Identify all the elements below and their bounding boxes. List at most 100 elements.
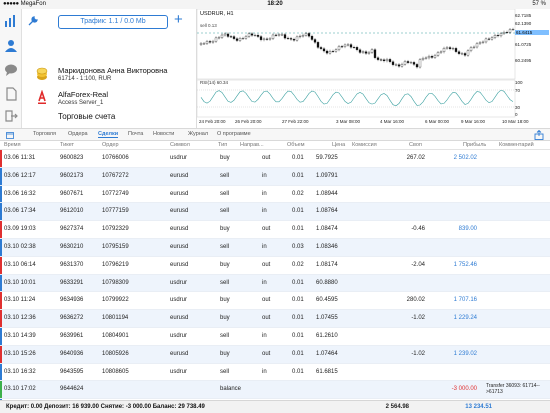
candle-body [307, 33, 311, 37]
candle-body [214, 37, 218, 42]
cell-ticket: 9612010 [60, 208, 84, 215]
cell-time: 03.10 10:01 [4, 279, 36, 286]
candle-body [325, 50, 329, 54]
cell-profit: 1 707.16 [453, 297, 477, 304]
col-swap[interactable]: Своп [409, 142, 422, 148]
share-icon[interactable] [534, 130, 544, 140]
col-price[interactable]: Цена [332, 142, 345, 148]
tab-deals[interactable]: Сделки [98, 131, 119, 138]
candle-body [370, 49, 374, 53]
col-commission[interactable]: Комиссия [352, 142, 377, 148]
calendar-icon[interactable] [6, 131, 14, 139]
cell-profit: 839.00 [458, 226, 477, 233]
tab-trade[interactable]: Торговля [33, 131, 56, 137]
col-symbol[interactable]: Символ [170, 142, 190, 148]
account-card-primary[interactable]: Маркидонова Анна Викторовна 61714 - 1:10… [22, 64, 197, 88]
col-comment[interactable]: Комментарий [499, 142, 534, 148]
candle-body [400, 64, 404, 67]
cell-symbol: usdrur [170, 332, 188, 339]
bid-label: sell 0.13 [200, 23, 217, 28]
cell-type: sell [220, 279, 230, 286]
add-account-button[interactable]: + [174, 12, 183, 28]
cell-price: 60.4595 [316, 297, 338, 304]
table-row[interactable]: 03.10 02:38 9630210 10795159 eurusd sell in 0.… [0, 238, 550, 257]
candle-body [358, 49, 362, 53]
table-row[interactable]: 03.10 10:01 9633291 10798309 usdrur sell in 0.… [0, 274, 550, 293]
table-row[interactable]: 03.10 06:14 9631370 10796219 eurusd buy out 0.… [0, 256, 550, 275]
balance-summary: Кредит: 0.00 Депозит: 16 939.00 Снятие: … [6, 404, 205, 410]
cell-time: 03.06 12:17 [4, 172, 36, 179]
table-row[interactable]: 03.06 17:34 9612010 10777159 eurusd sell in 0.… [0, 203, 550, 222]
cell-swap: -1.02 [411, 315, 425, 322]
cell-type: sell [220, 368, 230, 375]
candle-body [424, 57, 428, 59]
cell-time: 03.06 16:32 [4, 190, 36, 197]
cell-swap: -0.46 [411, 226, 425, 233]
table-row[interactable]: 03.10 16:32 9643595 10808605 usdrur sell in 0.… [0, 363, 550, 382]
cell-direction: out [262, 261, 271, 268]
traffic-button[interactable]: Трафик: 1.1 / 0.0 Mb [58, 15, 168, 29]
swap-total: 2 564.98 [385, 404, 409, 410]
cell-type: balance [220, 386, 242, 393]
candle-body [220, 34, 224, 38]
col-volume[interactable]: Объем [287, 142, 305, 148]
cell-price: 1.08474 [316, 226, 338, 233]
table-row[interactable]: 03.10 14:39 9639961 10804901 usdrur sell in 0.… [0, 327, 550, 346]
cell-price: 1.08174 [316, 261, 338, 268]
candle-body [232, 36, 236, 39]
tab-orders[interactable]: Ордера [68, 131, 88, 137]
tab-journal[interactable]: Журнал [188, 131, 208, 137]
accounts-panel: Трафик: 1.1 / 0.0 Mb + Маркидонова Анна … [22, 9, 197, 128]
date-label: 6 Mar 00:00 [425, 119, 450, 124]
wrench-icon[interactable] [28, 16, 38, 26]
tab-mail[interactable]: Почта [128, 131, 143, 137]
accounts-icon[interactable] [4, 39, 18, 53]
candle-body [433, 55, 437, 58]
logout-icon[interactable] [4, 109, 18, 123]
cell-volume: 0.02 [292, 190, 304, 197]
table-row[interactable]: 03.10 17:02 9644624 balance -3 000.00 Transf… [0, 381, 550, 400]
row-direction-stripe [0, 221, 2, 238]
candle-body [202, 43, 206, 45]
table-row[interactable]: 03.06 11:31 9600823 10766006 usdrur buy out 0.… [0, 150, 550, 168]
price-scale-5: 60.2495 [515, 58, 532, 63]
candle-body [271, 34, 275, 39]
cell-volume: 0.03 [292, 243, 304, 250]
candle-body [274, 34, 278, 36]
document-icon[interactable] [4, 87, 18, 101]
cell-ticket: 9644624 [60, 386, 84, 393]
trade-chart-icon[interactable] [4, 14, 18, 28]
cell-symbol: usdrur [170, 155, 188, 161]
price-chart[interactable]: USDRUR, H1 sell 0.13 62.7185 62.1390 61.… [197, 9, 550, 128]
cell-profit: 2 502.02 [453, 155, 477, 161]
tab-about[interactable]: О программе [217, 131, 251, 137]
candle-body [415, 64, 419, 68]
chat-icon[interactable] [4, 63, 18, 77]
table-row[interactable]: 03.06 12:17 9602173 10767272 eurusd sell in 0.… [0, 167, 550, 186]
account-card-server[interactable]: AlfaForex-Real Access Server_1 [22, 88, 197, 112]
col-ticket[interactable]: Тикет [60, 142, 74, 148]
candle-body [502, 32, 506, 34]
candle-body [310, 35, 314, 40]
tab-news[interactable]: Новости [153, 131, 174, 137]
cell-direction: in [262, 172, 267, 179]
cell-symbol: usdrur [170, 368, 188, 375]
cell-volume: 0.01 [292, 368, 304, 375]
table-row[interactable]: 03.10 12:36 9636272 10801194 eurusd buy out 0.… [0, 310, 550, 328]
table-row[interactable]: 03.09 19:03 9627374 10792329 eurusd buy out 0.… [0, 221, 550, 239]
cell-time: 03.06 11:31 [4, 155, 36, 161]
col-time[interactable]: Время [4, 142, 21, 148]
chart-canvas[interactable] [197, 9, 550, 128]
col-profit[interactable]: Прибыль [463, 142, 486, 148]
rsi-scale-70: 70 [515, 88, 521, 93]
table-row[interactable]: 03.10 15:26 9640936 10805926 eurusd buy out 0.… [0, 345, 550, 364]
col-direction[interactable]: Направ... [240, 142, 264, 148]
col-type[interactable]: Тип [218, 142, 227, 148]
candle-body [247, 33, 251, 37]
accounts-heading: Торговые счета [58, 112, 116, 121]
col-order[interactable]: Ордер [102, 142, 119, 148]
table-row[interactable]: 03.06 16:32 9607671 10772749 eurusd sell in 0.… [0, 185, 550, 204]
table-row[interactable]: 03.10 11:24 9634936 10799922 usdrur buy out 0.… [0, 292, 550, 311]
cell-order: 10766006 [102, 155, 129, 161]
candle-body [262, 38, 266, 40]
